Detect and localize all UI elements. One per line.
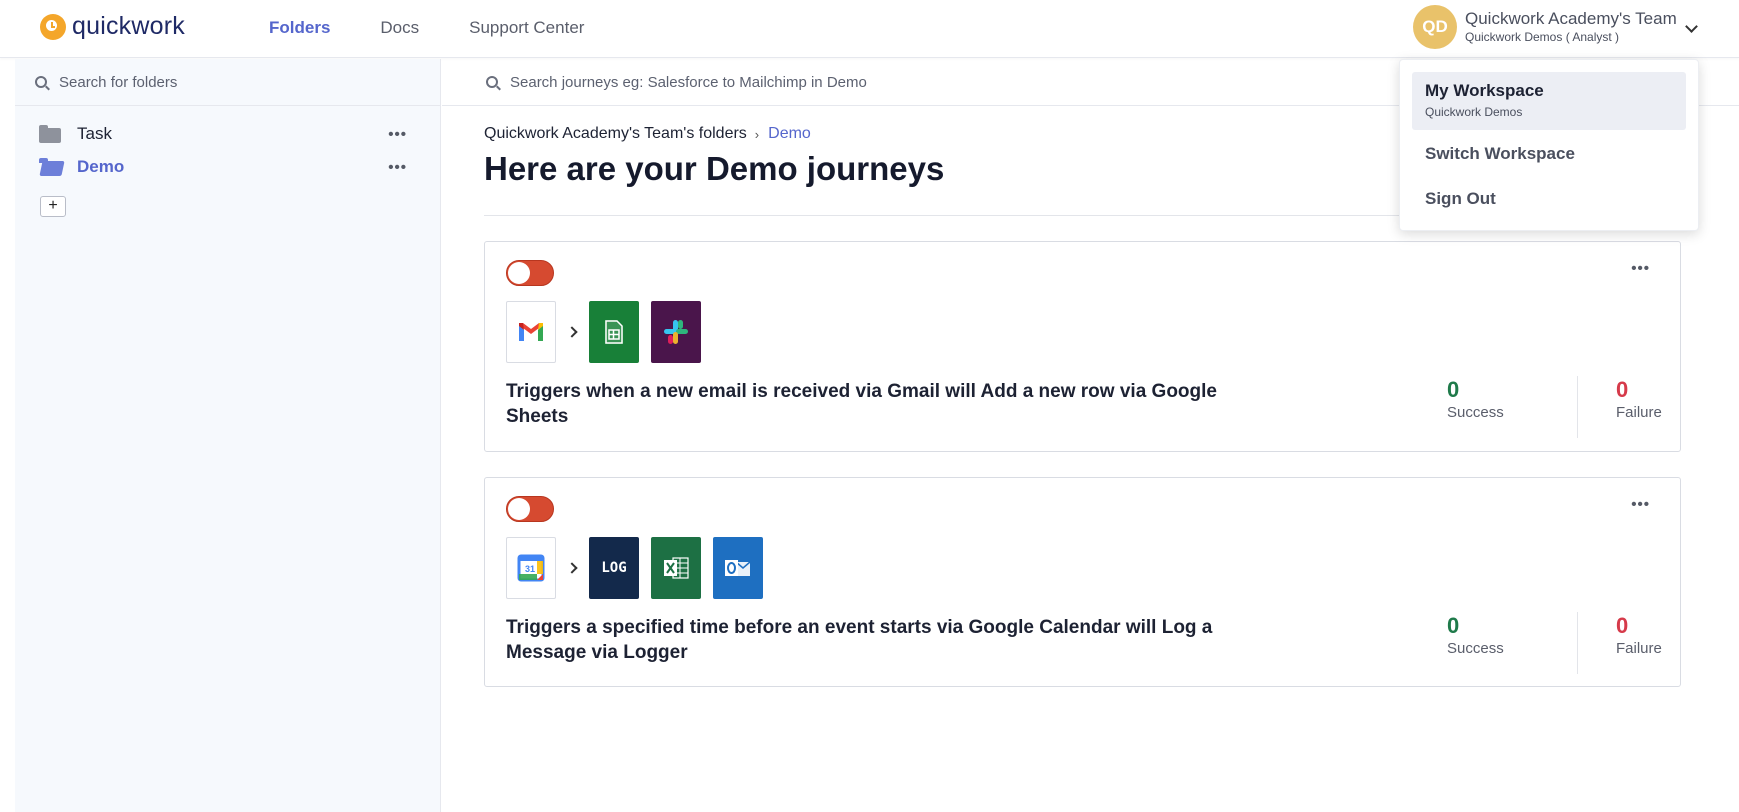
- account-info: Quickwork Academy's Team Quickwork Demos…: [1465, 9, 1677, 45]
- page-title: Here are your Demo journeys: [484, 150, 945, 187]
- more-options-icon[interactable]: •••: [388, 126, 407, 143]
- nav-docs[interactable]: Docs: [380, 18, 419, 38]
- journey-card[interactable]: ••• Triggers when a new email is receive…: [484, 241, 1681, 452]
- journey-description: Triggers when a new email is received vi…: [506, 381, 1217, 427]
- google-sheets-icon: [589, 301, 639, 363]
- journey-description: Triggers a specified time before an even…: [506, 617, 1213, 663]
- outlook-icon: [713, 537, 763, 599]
- failure-label: Failure: [1616, 640, 1662, 657]
- account-menu-trigger[interactable]: QD Quickwork Academy's Team Quickwork De…: [1413, 5, 1698, 49]
- sign-out-label: Sign Out: [1425, 189, 1496, 208]
- account-dropdown-menu: My Workspace Quickwork Demos Switch Work…: [1399, 59, 1699, 231]
- slack-icon: [651, 301, 701, 363]
- menu-item-sign-out[interactable]: Sign Out: [1412, 189, 1686, 209]
- journey-stats: 0 Success 0 Failure: [1447, 612, 1707, 674]
- logger-text: LOG: [601, 560, 627, 576]
- chevron-right-icon: [566, 326, 578, 338]
- failure-stat: 0 Failure: [1577, 612, 1707, 674]
- clock-logo-icon: [40, 13, 66, 40]
- journey-toggle[interactable]: [506, 496, 554, 522]
- add-folder-button[interactable]: +: [40, 196, 66, 217]
- nav-support-center[interactable]: Support Center: [469, 18, 584, 38]
- calendar-day: 31: [525, 564, 535, 574]
- breadcrumb-current[interactable]: Demo: [768, 125, 811, 143]
- journey-card[interactable]: ••• 31 LOG Triggers a specified time bef…: [484, 477, 1681, 687]
- menu-item-switch-workspace[interactable]: Switch Workspace: [1412, 144, 1686, 164]
- failure-stat: 0 Failure: [1577, 376, 1707, 438]
- folders-sidebar: Task ••• Demo ••• +: [15, 59, 441, 812]
- failure-count: 0: [1616, 377, 1629, 402]
- folder-label: Task: [77, 124, 112, 143]
- success-stat: 0 Success: [1447, 376, 1577, 438]
- sidebar-item-demo[interactable]: Demo •••: [39, 152, 429, 182]
- account-name: Quickwork Academy's Team: [1465, 9, 1677, 28]
- account-role: Quickwork Demos ( Analyst ): [1465, 30, 1620, 44]
- switch-workspace-label: Switch Workspace: [1425, 144, 1575, 163]
- avatar: QD: [1413, 5, 1457, 49]
- chevron-down-icon: [1684, 19, 1698, 33]
- folder-open-icon: [39, 158, 65, 176]
- folder-icon: [39, 125, 61, 143]
- top-nav-bar: quickwork Folders Docs Support Center QD…: [0, 0, 1739, 58]
- folder-search-bar: [15, 59, 440, 106]
- workspace-name: Quickwork Demos: [1425, 105, 1523, 119]
- success-count: 0: [1447, 613, 1460, 638]
- quickwork-logo[interactable]: quickwork: [40, 12, 185, 41]
- logo-text: quickwork: [72, 12, 185, 40]
- search-icon: [35, 76, 47, 88]
- success-label: Success: [1447, 640, 1504, 657]
- search-icon: [486, 76, 498, 88]
- journey-toggle[interactable]: [506, 260, 554, 286]
- more-options-icon[interactable]: •••: [1631, 496, 1650, 513]
- journey-apps: [506, 301, 713, 363]
- failure-count: 0: [1616, 613, 1629, 638]
- folder-search-input[interactable]: [59, 73, 359, 91]
- failure-label: Failure: [1616, 404, 1662, 421]
- journey-stats: 0 Success 0 Failure: [1447, 376, 1707, 438]
- breadcrumb: Quickwork Academy's Team's folders › Dem…: [484, 125, 811, 143]
- sidebar-item-task[interactable]: Task •••: [39, 119, 429, 149]
- chevron-right-icon: [566, 562, 578, 574]
- main-nav: Folders Docs Support Center: [269, 18, 584, 38]
- nav-folders[interactable]: Folders: [269, 18, 330, 38]
- journey-search-input[interactable]: [510, 73, 1210, 91]
- gmail-icon: [506, 301, 556, 363]
- success-stat: 0 Success: [1447, 612, 1577, 674]
- journey-apps: 31 LOG: [506, 537, 775, 599]
- more-options-icon[interactable]: •••: [388, 159, 407, 176]
- menu-item-my-workspace[interactable]: My Workspace Quickwork Demos: [1412, 72, 1686, 130]
- excel-icon: [651, 537, 701, 599]
- success-label: Success: [1447, 404, 1504, 421]
- more-options-icon[interactable]: •••: [1631, 260, 1650, 277]
- google-calendar-icon: 31: [506, 537, 556, 599]
- breadcrumb-root[interactable]: Quickwork Academy's Team's folders: [484, 125, 747, 143]
- folder-label: Demo: [77, 157, 125, 176]
- chevron-right-icon: ›: [754, 126, 760, 142]
- success-count: 0: [1447, 377, 1460, 402]
- workspace-title: My Workspace: [1425, 81, 1544, 100]
- logger-icon: LOG: [589, 537, 639, 599]
